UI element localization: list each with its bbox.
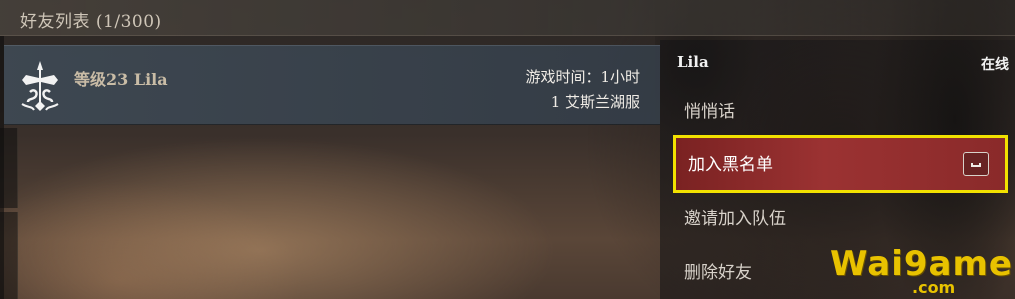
context-menu-player-name: Lila	[677, 53, 709, 71]
space-key-icon	[963, 152, 989, 176]
menu-item-label: 悄悄话	[684, 102, 735, 122]
menu-item-label: 加入黑名单	[688, 155, 773, 175]
menu-item-label: 邀请加入队伍	[684, 209, 786, 229]
left-panel-tab[interactable]	[0, 128, 18, 208]
friends-list-header: 好友列表 (1/300)	[0, 0, 1015, 36]
friend-list-item[interactable]: 等级23 Lila 游戏时间：1小时 1 艾斯兰湖服	[4, 45, 660, 125]
cross-class-icon	[21, 61, 59, 111]
menu-item-label: 删除好友	[684, 263, 752, 283]
watermark-suffix: .com	[912, 278, 956, 297]
menu-item-whisper[interactable]: 悄悄话	[672, 86, 1010, 138]
friends-list-title: 好友列表 (1/300)	[20, 12, 162, 32]
menu-item-add-to-blacklist[interactable]: 加入黑名单	[673, 135, 1008, 193]
context-menu-status: 在线	[981, 57, 1009, 73]
menu-item-invite-to-party[interactable]: 邀请加入队伍	[672, 193, 1010, 245]
friend-play-time: 游戏时间：1小时	[525, 68, 640, 86]
friend-server: 1 艾斯兰湖服	[550, 93, 640, 111]
friend-name-level: 等级23 Lila	[74, 70, 168, 89]
left-panel-tab[interactable]	[0, 212, 18, 299]
